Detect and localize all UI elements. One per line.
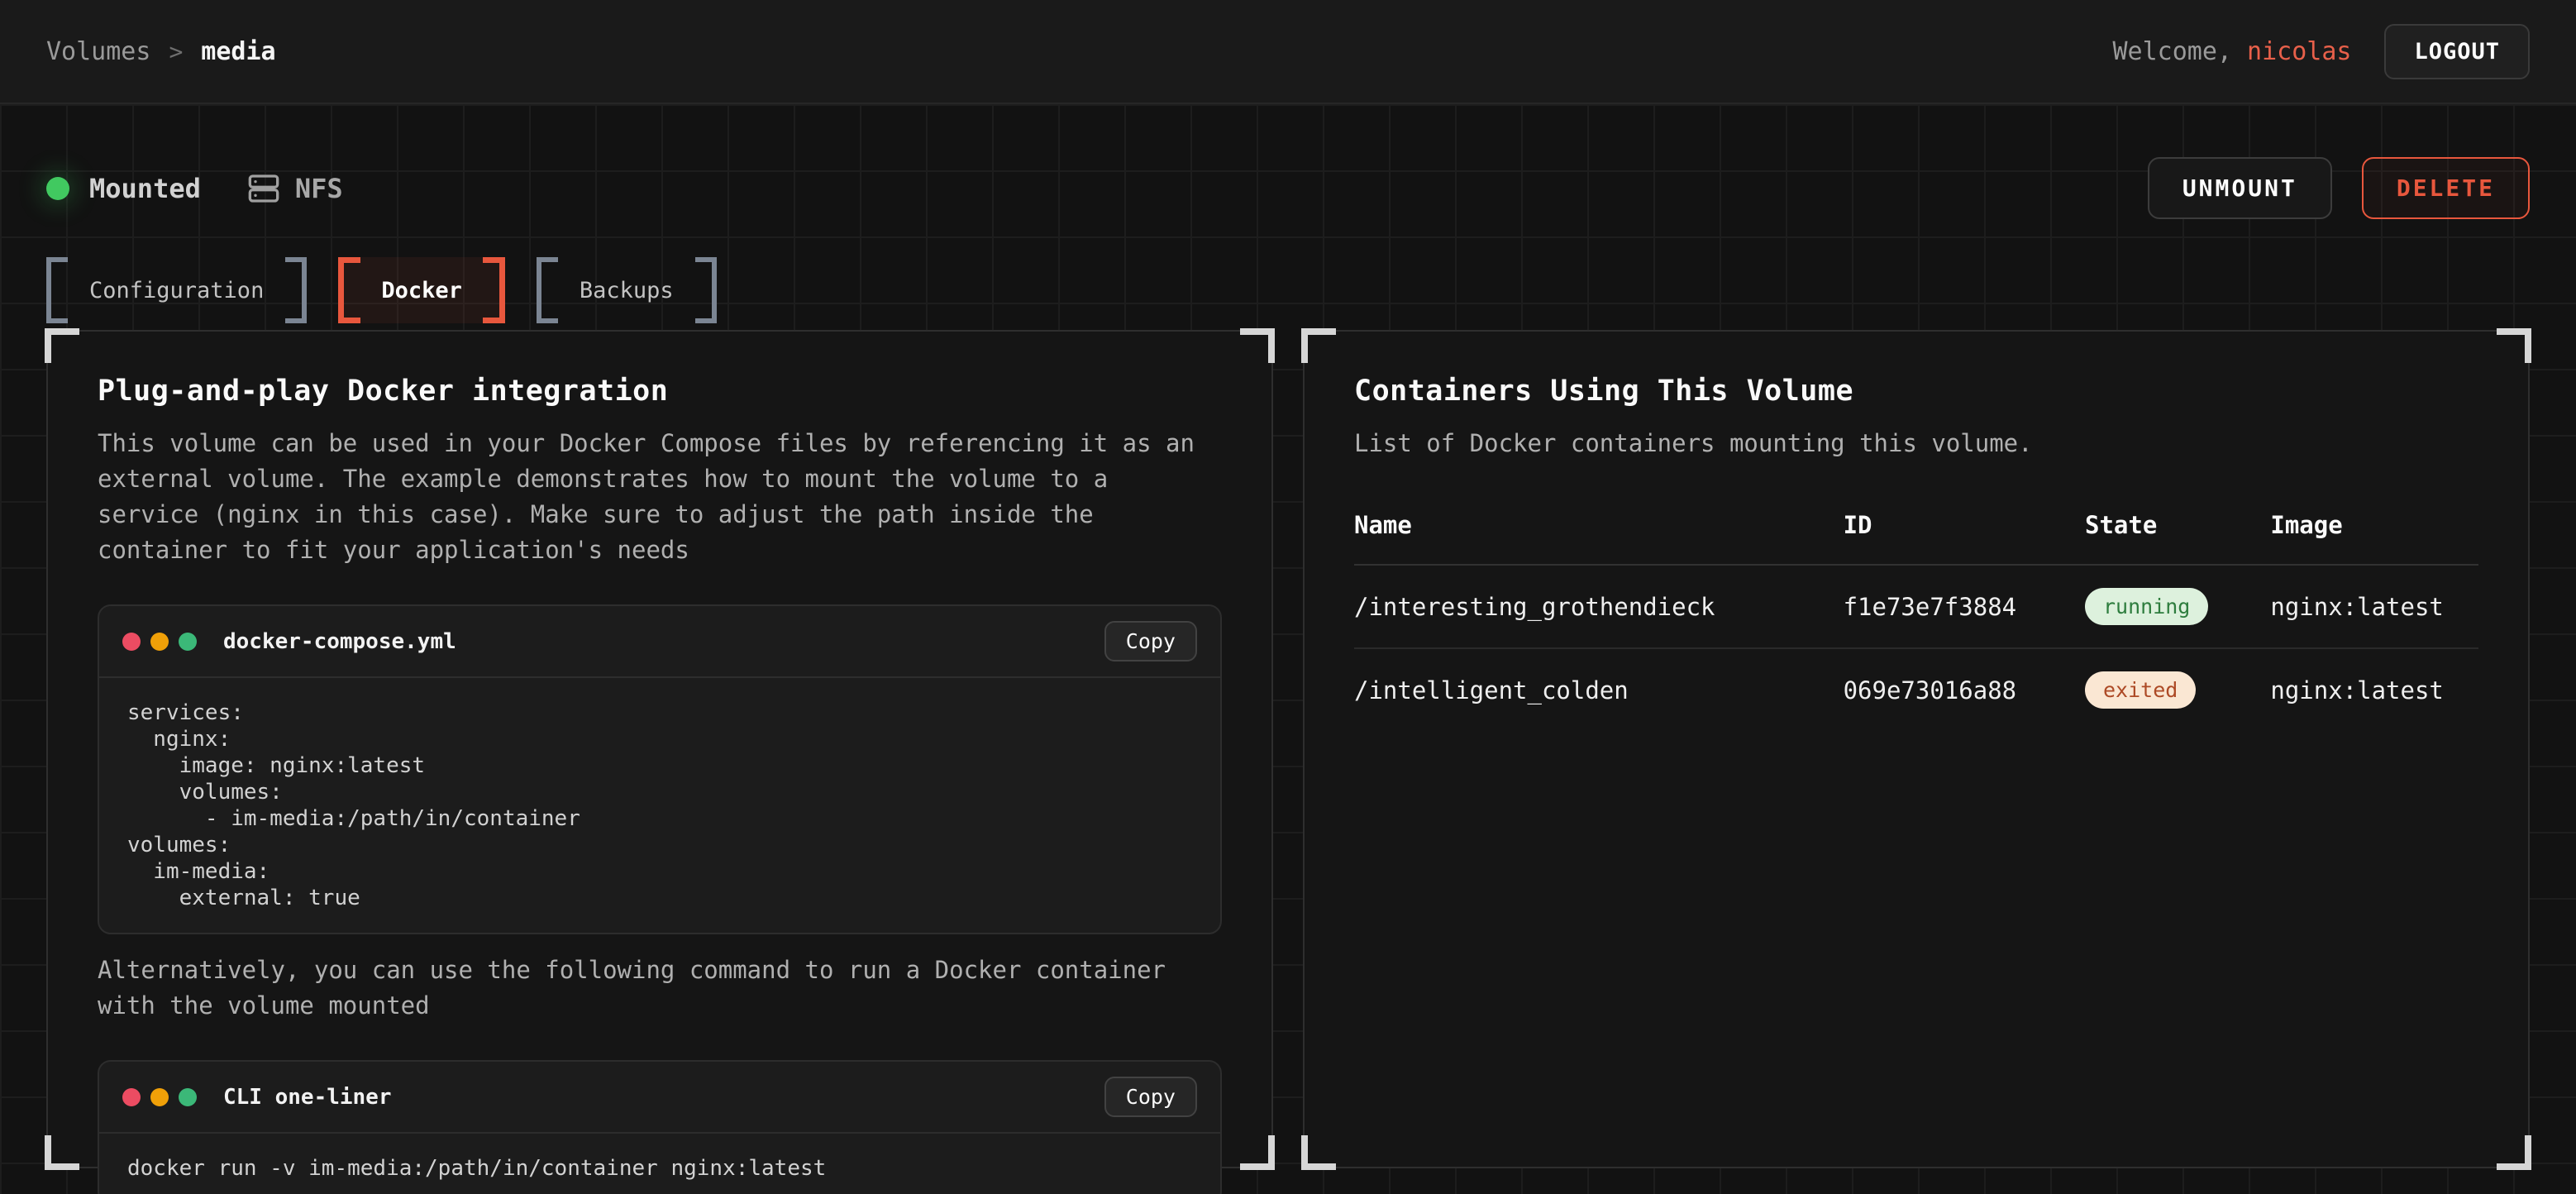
breadcrumb: Volumes > media xyxy=(46,37,276,66)
containers-panel: Containers Using This Volume List of Doc… xyxy=(1303,330,2530,1168)
compose-code-block: docker-compose.yml Copy services: nginx:… xyxy=(98,604,1222,934)
window-dot-green-icon xyxy=(179,1088,197,1106)
compose-code: services: nginx: image: nginx:latest vol… xyxy=(99,678,1220,933)
panels: Plug-and-play Docker integration This vo… xyxy=(46,330,2530,1168)
panel-corner-icon xyxy=(45,1135,79,1170)
chevron-right-icon: > xyxy=(169,38,183,65)
tab-backups[interactable]: Backups xyxy=(537,257,717,323)
panel-corner-icon xyxy=(1301,328,1336,363)
window-dot-green-icon xyxy=(179,633,197,651)
window-dot-red-icon xyxy=(122,1088,141,1106)
volume-driver: NFS xyxy=(247,172,343,205)
header: Volumes > media Welcome, nicolas LOGOUT xyxy=(0,0,2576,104)
delete-button[interactable]: DELETE xyxy=(2362,157,2530,219)
compose-code-block-header: docker-compose.yml Copy xyxy=(99,606,1220,678)
logout-button[interactable]: LOGOUT xyxy=(2384,24,2530,79)
panel-corner-icon xyxy=(2497,328,2531,363)
table-row: /interesting_grothendieck f1e73e7f3884 r… xyxy=(1354,565,2478,648)
containers-panel-subtitle: List of Docker containers mounting this … xyxy=(1354,426,2478,461)
tab-docker-label: Docker xyxy=(381,278,462,303)
window-dot-amber-icon xyxy=(150,1088,169,1106)
breadcrumb-volumes-link[interactable]: Volumes xyxy=(46,37,150,66)
mounted-status-dot-icon xyxy=(46,177,69,200)
tab-configuration-label: Configuration xyxy=(89,278,264,303)
state-badge: exited xyxy=(2085,671,2196,709)
mounted-status: Mounted xyxy=(46,173,201,204)
cli-code: docker run -v im-media:/path/in/containe… xyxy=(99,1134,1220,1194)
tab-configuration[interactable]: Configuration xyxy=(46,257,307,323)
state-badge: running xyxy=(2085,588,2208,625)
status-left: Mounted NFS xyxy=(46,172,343,205)
username: nicolas xyxy=(2247,37,2351,66)
panel-corner-icon xyxy=(1301,1135,1336,1170)
page-content: Mounted NFS UNMOUNT DELETE Configuration… xyxy=(0,104,2576,1194)
cli-code-block-header: CLI one-liner Copy xyxy=(99,1062,1220,1134)
column-header-image: Image xyxy=(2270,511,2478,565)
column-header-name: Name xyxy=(1354,511,1844,565)
mounted-status-label: Mounted xyxy=(89,173,201,204)
containers-panel-title: Containers Using This Volume xyxy=(1354,375,2478,408)
cli-intro-text: Alternatively, you can use the following… xyxy=(98,953,1222,1024)
panel-corner-icon xyxy=(45,328,79,363)
column-header-state: State xyxy=(2085,511,2270,565)
containers-table: Name ID State Image /interesting_grothen… xyxy=(1354,511,2478,731)
container-name: /intelligent_colden xyxy=(1354,648,1844,731)
server-icon xyxy=(247,172,280,205)
container-image: nginx:latest xyxy=(2270,648,2478,731)
panel-corner-icon xyxy=(1240,1135,1275,1170)
table-row: /intelligent_colden 069e73016a88 exited … xyxy=(1354,648,2478,731)
window-dot-amber-icon xyxy=(150,633,169,651)
compose-filename: docker-compose.yml xyxy=(223,629,456,654)
container-id: f1e73e7f3884 xyxy=(1844,565,2085,648)
docker-panel-title: Plug-and-play Docker integration xyxy=(98,375,1222,408)
tab-docker[interactable]: Docker xyxy=(338,257,505,323)
welcome-prefix: Welcome, xyxy=(2112,37,2247,66)
panel-corner-icon xyxy=(1240,328,1275,363)
window-dot-red-icon xyxy=(122,633,141,651)
unmount-button[interactable]: UNMOUNT xyxy=(2148,157,2332,219)
compose-copy-button[interactable]: Copy xyxy=(1104,621,1197,661)
cli-code-block: CLI one-liner Copy docker run -v im-medi… xyxy=(98,1060,1222,1194)
tab-backups-label: Backups xyxy=(580,278,674,303)
column-header-id: ID xyxy=(1844,511,2085,565)
driver-label: NFS xyxy=(295,173,343,204)
container-id: 069e73016a88 xyxy=(1844,648,2085,731)
tab-bar: Configuration Docker Backups xyxy=(46,257,2530,323)
cli-block-title: CLI one-liner xyxy=(223,1085,392,1110)
panel-corner-icon xyxy=(2497,1135,2531,1170)
volume-actions: UNMOUNT DELETE xyxy=(2148,157,2530,219)
docker-integration-panel: Plug-and-play Docker integration This vo… xyxy=(46,330,1273,1168)
table-header-row: Name ID State Image xyxy=(1354,511,2478,565)
container-name: /interesting_grothendieck xyxy=(1354,565,1844,648)
status-row: Mounted NFS UNMOUNT DELETE xyxy=(46,157,2530,219)
welcome-text: Welcome, nicolas xyxy=(2112,37,2351,66)
cli-copy-button[interactable]: Copy xyxy=(1104,1077,1197,1117)
docker-panel-description: This volume can be used in your Docker C… xyxy=(98,426,1222,568)
header-right: Welcome, nicolas LOGOUT xyxy=(2112,24,2530,79)
breadcrumb-current-volume: media xyxy=(201,37,275,66)
container-image: nginx:latest xyxy=(2270,565,2478,648)
